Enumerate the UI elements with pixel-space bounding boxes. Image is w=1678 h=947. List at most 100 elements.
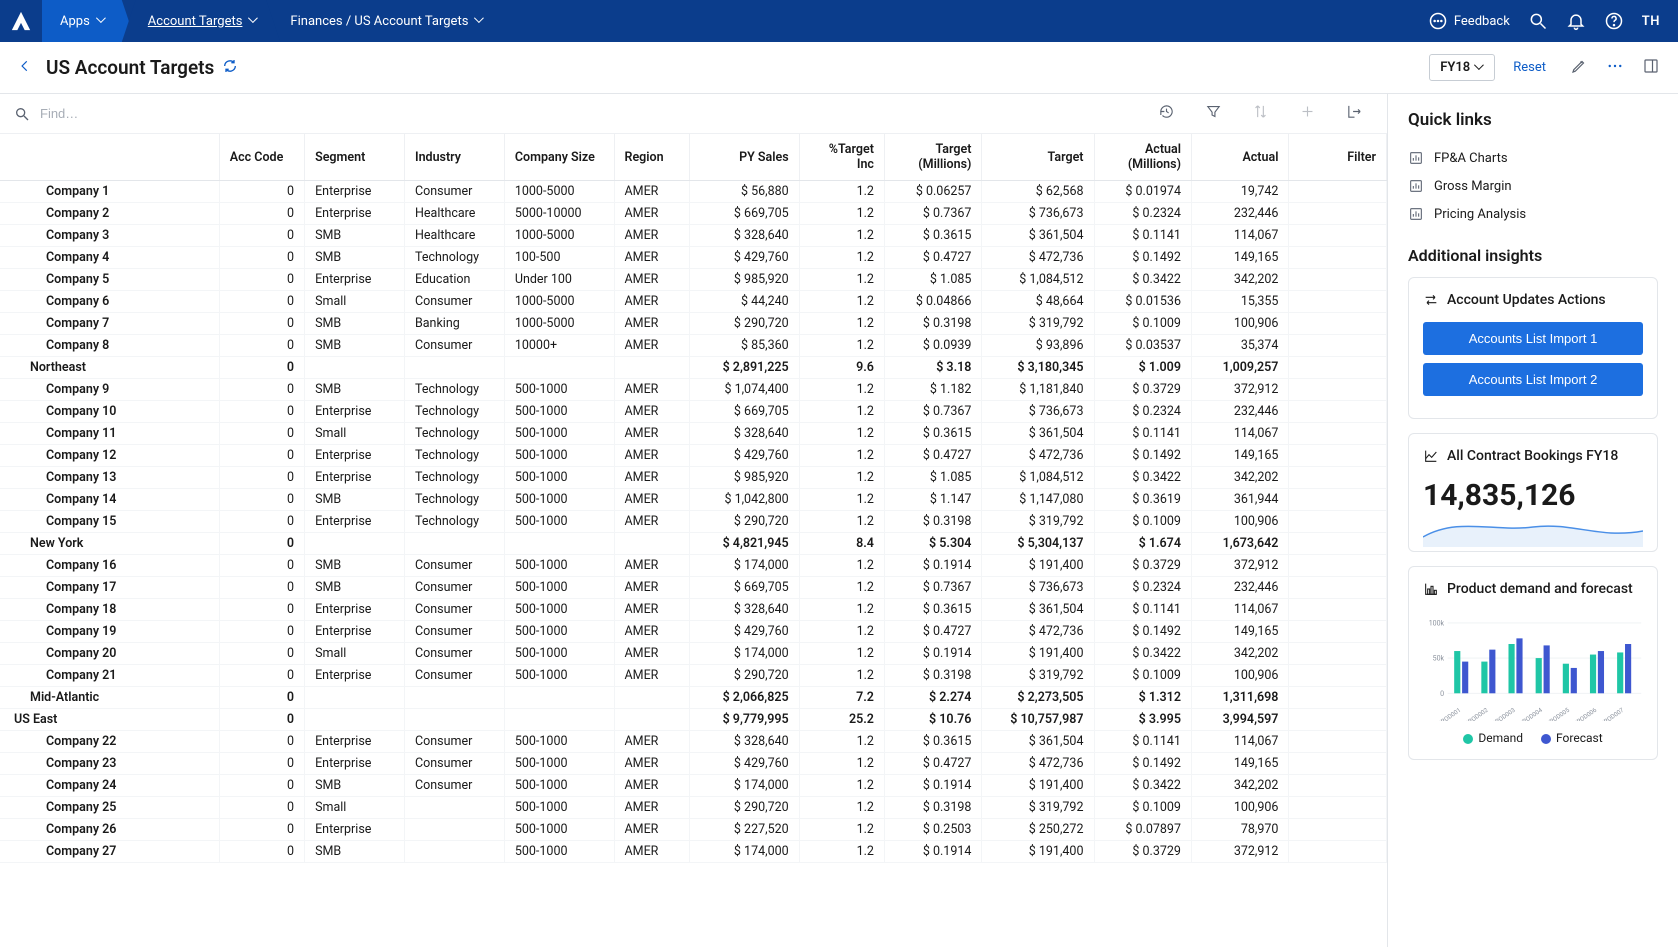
cell[interactable]: $ 0.3615	[884, 731, 981, 753]
cell[interactable]	[1289, 687, 1387, 709]
cell[interactable]: 500-1000	[504, 423, 614, 445]
cell[interactable]: Consumer	[404, 577, 504, 599]
table-row[interactable]: Company 20EnterpriseHealthcare5000-10000…	[0, 203, 1387, 225]
cell[interactable]: 1000-5000	[504, 225, 614, 247]
cell[interactable]: 0	[219, 775, 304, 797]
cell[interactable]: Small	[305, 291, 405, 313]
cell[interactable]: $ 361,504	[982, 225, 1094, 247]
cell[interactable]	[404, 709, 504, 731]
table-row[interactable]: Company 60SmallConsumer1000-5000AMER$ 44…	[0, 291, 1387, 313]
cell[interactable]: $ 328,640	[690, 423, 800, 445]
cell[interactable]: $ 93,896	[982, 335, 1094, 357]
cell[interactable]: Consumer	[404, 643, 504, 665]
cell[interactable]: $ 5.304	[884, 533, 981, 555]
cell[interactable]: Enterprise	[305, 731, 405, 753]
cell[interactable]: Enterprise	[305, 467, 405, 489]
cell[interactable]: Technology	[404, 445, 504, 467]
cell[interactable]: $ 0.1009	[1094, 797, 1191, 819]
cell[interactable]: 0	[219, 489, 304, 511]
export-button[interactable]	[1346, 103, 1373, 124]
cell[interactable]: AMER	[614, 577, 690, 599]
cell[interactable]: 500-1000	[504, 489, 614, 511]
cell[interactable]: $ 0.0939	[884, 335, 981, 357]
table-row[interactable]: Company 210EnterpriseConsumer500-1000AME…	[0, 665, 1387, 687]
cell[interactable]: 1.2	[799, 555, 884, 577]
cell[interactable]: $ 10,757,987	[982, 709, 1094, 731]
cell[interactable]: Enterprise	[305, 819, 405, 841]
cell[interactable]: AMER	[614, 643, 690, 665]
table-row[interactable]: Company 110SmallTechnology500-1000AMER$ …	[0, 423, 1387, 445]
cell[interactable]: 15,355	[1191, 291, 1288, 313]
cell[interactable]: $ 191,400	[982, 775, 1094, 797]
table-row[interactable]: Company 120EnterpriseTechnology500-1000A…	[0, 445, 1387, 467]
table-row[interactable]: Company 10EnterpriseConsumer1000-5000AME…	[0, 181, 1387, 203]
cell[interactable]: 100-500	[504, 247, 614, 269]
cell[interactable]: 114,067	[1191, 225, 1288, 247]
cell[interactable]: $ 429,760	[690, 247, 800, 269]
cell[interactable]: $ 736,673	[982, 401, 1094, 423]
table-row[interactable]: Company 30SMBHealthcare1000-5000AMER$ 32…	[0, 225, 1387, 247]
cell[interactable]: AMER	[614, 225, 690, 247]
cell[interactable]: 25.2	[799, 709, 884, 731]
cell[interactable]: Enterprise	[305, 203, 405, 225]
cell[interactable]: SMB	[305, 577, 405, 599]
cell[interactable]: $ 0.2324	[1094, 577, 1191, 599]
cell[interactable]: $ 0.3422	[1094, 467, 1191, 489]
cell[interactable]: $ 0.1141	[1094, 599, 1191, 621]
panel-toggle-button[interactable]	[1642, 57, 1660, 79]
cell[interactable]: $ 736,673	[982, 577, 1094, 599]
cell[interactable]: $ 0.7367	[884, 203, 981, 225]
cell[interactable]: 0	[219, 819, 304, 841]
table-row[interactable]: Company 270SMB500-1000AMER$ 174,0001.2$ …	[0, 841, 1387, 863]
cell[interactable]: $ 0.3198	[884, 665, 981, 687]
cell[interactable]: AMER	[614, 841, 690, 863]
cell[interactable]	[1289, 423, 1387, 445]
cell[interactable]: $ 472,736	[982, 247, 1094, 269]
cell[interactable]: $ 1,181,840	[982, 379, 1094, 401]
cell[interactable]: 500-1000	[504, 577, 614, 599]
cell[interactable]: Consumer	[404, 753, 504, 775]
cell[interactable]: 1.2	[799, 511, 884, 533]
table-row[interactable]: Company 140SMBTechnology500-1000AMER$ 1,…	[0, 489, 1387, 511]
cell[interactable]: $ 328,640	[690, 599, 800, 621]
cell[interactable]	[504, 533, 614, 555]
cell[interactable]: Northeast	[0, 357, 219, 379]
cell[interactable]: 0	[219, 335, 304, 357]
table-row[interactable]: Company 100EnterpriseTechnology500-1000A…	[0, 401, 1387, 423]
cell[interactable]: Enterprise	[305, 511, 405, 533]
edit-button[interactable]	[1570, 57, 1588, 79]
cell[interactable]: $ 10.76	[884, 709, 981, 731]
sort-button[interactable]	[1252, 103, 1279, 124]
cell[interactable]: $ 0.7367	[884, 401, 981, 423]
table-row[interactable]: Company 190EnterpriseConsumer500-1000AME…	[0, 621, 1387, 643]
table-row[interactable]: Company 220EnterpriseConsumer500-1000AME…	[0, 731, 1387, 753]
cell[interactable]: SMB	[305, 335, 405, 357]
cell[interactable]: Company 4	[0, 247, 219, 269]
cell[interactable]: 0	[219, 731, 304, 753]
column-header[interactable]: PY Sales	[690, 134, 800, 181]
table-row[interactable]: Company 240SMBConsumer500-1000AMER$ 174,…	[0, 775, 1387, 797]
cell[interactable]: Technology	[404, 467, 504, 489]
cell[interactable]	[1289, 511, 1387, 533]
cell[interactable]: Small	[305, 643, 405, 665]
cell[interactable]: 500-1000	[504, 775, 614, 797]
cell[interactable]: 1.2	[799, 665, 884, 687]
cell[interactable]: $ 0.1914	[884, 841, 981, 863]
import-button-1[interactable]: Accounts List Import 1	[1423, 322, 1643, 355]
cell[interactable]: $ 1.674	[1094, 533, 1191, 555]
cell[interactable]: $ 250,272	[982, 819, 1094, 841]
cell[interactable]: 500-1000	[504, 379, 614, 401]
cell[interactable]: 0	[219, 467, 304, 489]
cell[interactable]: $ 0.1914	[884, 643, 981, 665]
cell[interactable]: AMER	[614, 775, 690, 797]
cell[interactable]: $ 0.1141	[1094, 225, 1191, 247]
cell[interactable]: Small	[305, 423, 405, 445]
cell[interactable]: AMER	[614, 797, 690, 819]
cell[interactable]: 0	[219, 269, 304, 291]
cell[interactable]	[1289, 797, 1387, 819]
cell[interactable]: 1.2	[799, 841, 884, 863]
cell[interactable]: 35,374	[1191, 335, 1288, 357]
table-row[interactable]: New York0$ 4,821,9458.4$ 5.304$ 5,304,13…	[0, 533, 1387, 555]
cell[interactable]	[504, 687, 614, 709]
cell[interactable]	[614, 357, 690, 379]
